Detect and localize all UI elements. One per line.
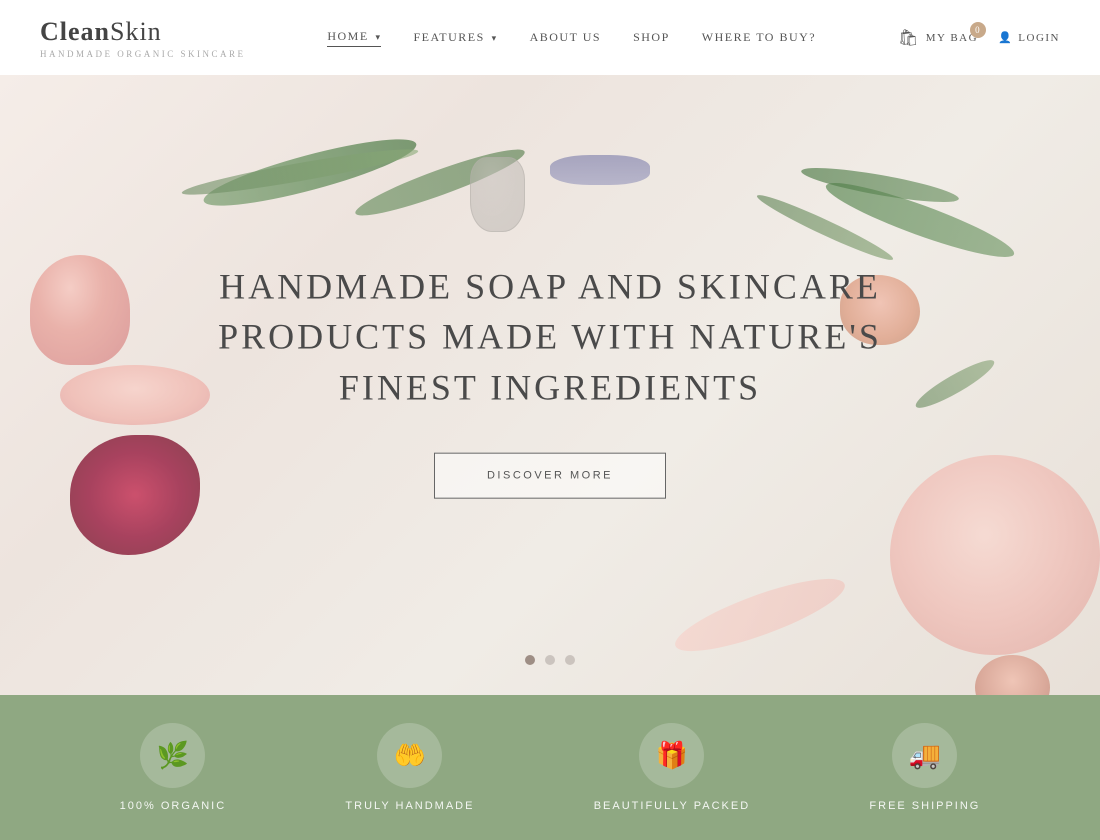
packed-label: BEAUTIFULLY PACKED: [594, 800, 750, 812]
deco-vase: [470, 157, 525, 232]
brand-name-part2: Skin: [110, 17, 162, 46]
bag-button[interactable]: 🛍 MY BAG 0: [898, 28, 978, 48]
login-label: LOGIN: [1018, 32, 1060, 44]
brand-name: CleanSkin: [40, 17, 246, 47]
hero-content: HANDMADE SOAP AND SKINCARE PRODUCTS MADE…: [210, 262, 890, 499]
slide-dot-1[interactable]: [525, 655, 535, 665]
deco-candle: [30, 255, 130, 365]
handmade-label: TRULY HANDMADE: [345, 800, 474, 812]
feature-handmade: 🤲 TRULY HANDMADE: [345, 723, 474, 812]
shipping-label: FREE SHIPPING: [869, 800, 980, 812]
chevron-down-icon: ▾: [488, 33, 498, 43]
user-icon: 👤: [998, 31, 1013, 44]
slide-dot-2[interactable]: [545, 655, 555, 665]
features-bar: 🌿 100% ORGANIC 🤲 TRULY HANDMADE 🎁 BEAUTI…: [0, 695, 1100, 840]
feature-packed: 🎁 BEAUTIFULLY PACKED: [594, 723, 750, 812]
header-actions: 🛍 MY BAG 0 👤 LOGIN: [898, 28, 1060, 48]
nav-item-about[interactable]: ABOUT US: [530, 30, 601, 45]
discover-more-button[interactable]: DISCOVER MORE: [434, 453, 666, 499]
brand-name-part1: Clean: [40, 17, 110, 46]
organic-label: 100% ORGANIC: [120, 800, 227, 812]
feature-shipping: 🚚 FREE SHIPPING: [869, 723, 980, 812]
feature-organic: 🌿 100% ORGANIC: [120, 723, 227, 812]
slide-dot-3[interactable]: [565, 655, 575, 665]
slide-dots: [525, 655, 575, 665]
login-button[interactable]: 👤 LOGIN: [998, 31, 1060, 44]
chevron-down-icon: ▾: [372, 32, 382, 42]
nav-item-home[interactable]: HOME ▾: [327, 29, 381, 47]
bag-count: 0: [970, 22, 986, 38]
brand-tagline: HANDMADE ORGANIC SKINCARE: [40, 49, 246, 59]
nav-item-where-to-buy[interactable]: WHERE TO BUY?: [702, 30, 816, 45]
organic-icon: 🌿: [140, 723, 205, 788]
site-header: CleanSkin HANDMADE ORGANIC SKINCARE HOME…: [0, 0, 1100, 75]
nav-item-shop[interactable]: SHOP: [633, 30, 670, 45]
hero-headline: HANDMADE SOAP AND SKINCARE PRODUCTS MADE…: [210, 262, 890, 413]
logo[interactable]: CleanSkin HANDMADE ORGANIC SKINCARE: [40, 17, 246, 59]
packed-icon: 🎁: [639, 723, 704, 788]
main-nav: HOME ▾ FEATURES ▾ ABOUT US SHOP WHERE TO…: [327, 29, 816, 47]
shipping-icon: 🚚: [892, 723, 957, 788]
nav-item-features[interactable]: FEATURES ▾: [413, 30, 497, 45]
deco-lavender: [550, 155, 650, 185]
handmade-icon: 🤲: [377, 723, 442, 788]
deco-dish-left: [60, 365, 210, 425]
bag-icon: 🛍: [898, 28, 920, 48]
deco-dish-right: [890, 455, 1100, 655]
hero-section: HANDMADE SOAP AND SKINCARE PRODUCTS MADE…: [0, 75, 1100, 695]
